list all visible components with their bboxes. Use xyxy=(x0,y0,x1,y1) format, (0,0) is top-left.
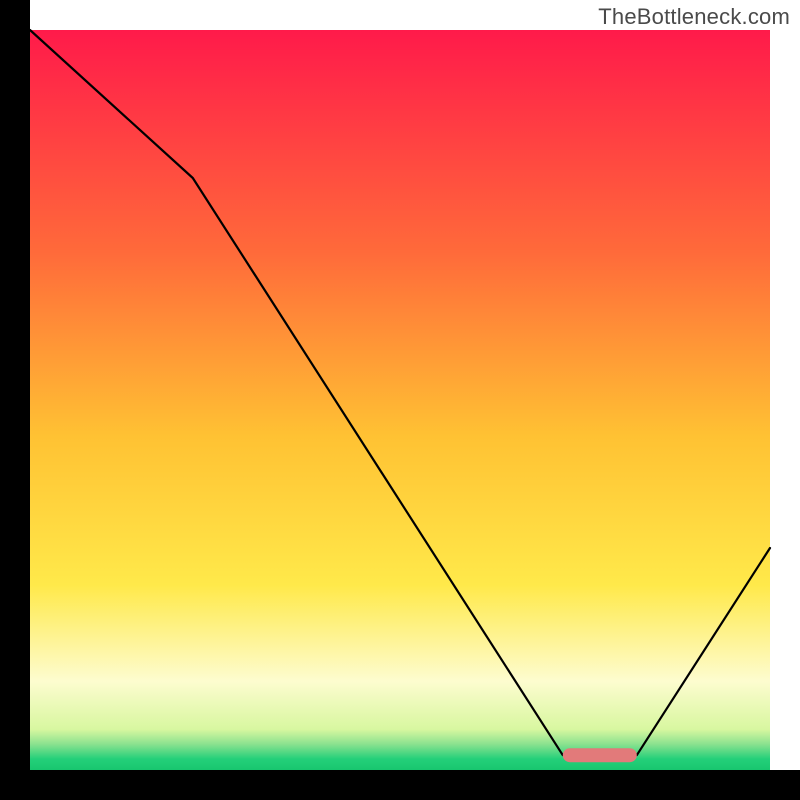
chart-container: TheBottleneck.com xyxy=(0,0,800,800)
plot-area xyxy=(30,30,770,770)
watermark-label: TheBottleneck.com xyxy=(598,4,790,30)
axis-left xyxy=(0,0,30,800)
optimal-range-marker xyxy=(563,748,637,762)
chart-svg xyxy=(0,0,800,800)
axis-bottom xyxy=(0,770,800,800)
